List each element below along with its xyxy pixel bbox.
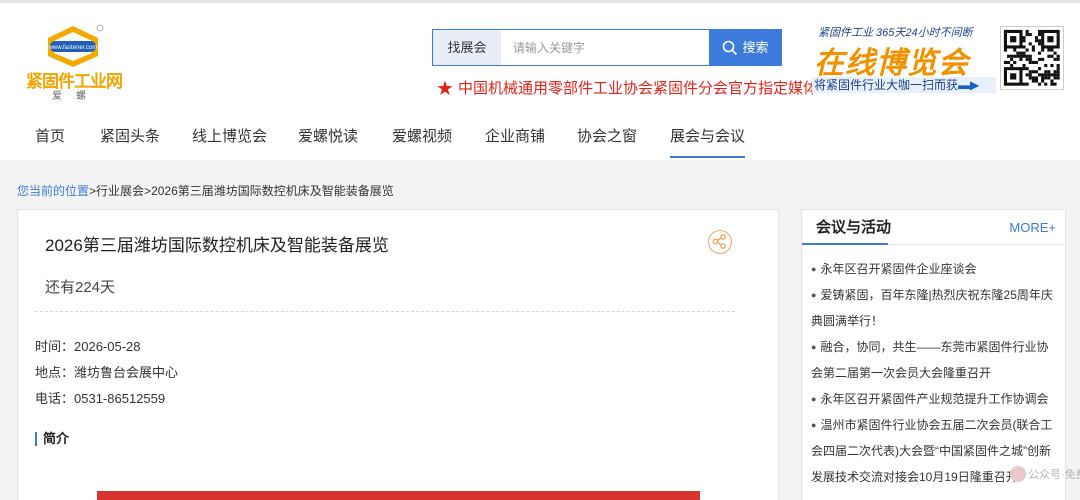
nav-item-exhibitions[interactable]: 展会与会议 [670, 118, 746, 158]
wechat-icon [1010, 466, 1026, 482]
online-expo-banner[interactable]: 紧固件工业 365天24小时不间断 在线博览会 将紧固件行业大咖一扫而获▬▶ [810, 24, 998, 96]
search-button[interactable]: 搜索 [709, 29, 782, 66]
nav-item-online-expo[interactable]: 线上博览会 [192, 118, 267, 156]
expo-cta-text: 将紧固件行业大咖一扫而获 [814, 78, 959, 92]
qr-code-icon [1000, 26, 1064, 90]
main-nav: 首页 紧固头条 线上博览会 爱螺悦读 爱螺视频 企业商铺 协会之窗 展会与会议 [0, 118, 1080, 158]
watermark: 公众号·免费 [1010, 466, 1080, 482]
top-divider [0, 0, 1080, 3]
event-location: 地点：潍坊鲁台会展中心 [35, 365, 179, 380]
slogan-text: 中国机械通用零部件工业协会紧固件分会官方指定媒体 [457, 80, 818, 97]
share-button[interactable] [708, 230, 732, 254]
breadcrumb-sep: > [144, 184, 152, 198]
slogan: ★ 中国机械通用零部件工业协会紧固件分会官方指定媒体 [436, 76, 818, 101]
sidebar-header: 会议与活动 MORE+ [802, 210, 1065, 245]
breadcrumb-sep: > [89, 184, 97, 198]
search-icon [723, 40, 738, 56]
list-item[interactable]: 融合，协同，共生——东莞市紧固件行业协会第二届第一次会员大会隆重召开 [811, 334, 1059, 386]
arrow-right-icon: ▬▶ [958, 78, 980, 92]
search-bar: 找展会 搜索 [432, 29, 782, 66]
watermark-text: 公众号·免费 [1028, 469, 1080, 481]
breadcrumb: 您当前的位置>行业展会>2026第三届潍坊国际数控机床及智能装备展览 [17, 182, 394, 199]
divider [35, 311, 735, 312]
nav-item-reading[interactable]: 爱螺悦读 [298, 118, 358, 156]
search-button-label: 搜索 [742, 40, 769, 55]
event-title: 2026第三届潍坊国际数控机床及智能装备展览 [45, 236, 389, 255]
star-icon: ★ [436, 78, 454, 100]
list-item[interactable]: 爱铸紧固，百年东隆|热烈庆祝东隆25周年庆典圆满举行！ [811, 282, 1059, 334]
breadcrumb-link-exhibitions[interactable]: 行业展会 [96, 184, 144, 198]
nav-item-home[interactable]: 首页 [35, 118, 65, 156]
meeting-list: 永年区召开紧固件企业座谈会 爱铸紧固，百年东隆|热烈庆祝东隆25周年庆典圆满举行… [811, 256, 1059, 490]
logo-subtitle: 爱螺 [52, 91, 100, 102]
search-category-select[interactable]: 找展会 [433, 30, 501, 65]
expo-cta: 将紧固件行业大咖一扫而获▬▶ [812, 77, 996, 93]
sidebar-meetings: 会议与活动 MORE+ 永年区召开紧固件企业座谈会 爱铸紧固，百年东隆|热烈庆祝… [801, 209, 1066, 500]
breadcrumb-current: 2026第三届潍坊国际数控机床及智能装备展览 [151, 184, 394, 198]
nav-item-shops[interactable]: 企业商铺 [485, 118, 545, 156]
intro-heading: 简介 [35, 432, 69, 446]
nav-item-association[interactable]: 协会之窗 [577, 118, 637, 156]
more-link[interactable]: MORE+ [1009, 210, 1056, 245]
event-detail-card: 2026第三届潍坊国际数控机床及智能装备展览 还有224天 时间：2026-05… [17, 209, 779, 500]
search-input[interactable] [501, 30, 709, 65]
share-icon [712, 234, 726, 249]
list-item[interactable]: 永年区召开紧固件产业规范提升工作协调会 [811, 386, 1059, 412]
logo-emblem-icon: www.fastener.com [48, 24, 104, 67]
sidebar-title: 会议与活动 [802, 210, 891, 245]
nav-item-video[interactable]: 爱螺视频 [392, 118, 452, 156]
event-banner-image [97, 491, 700, 500]
event-time: 时间：2026-05-28 [35, 339, 141, 354]
breadcrumb-here: 您当前的位置 [17, 184, 90, 198]
nav-item-headlines[interactable]: 紧固头条 [100, 118, 160, 156]
list-item[interactable]: 永年区召开紧固件企业座谈会 [811, 256, 1059, 282]
expo-title: 在线博览会 [814, 47, 969, 80]
logo-url-text: www.fastener.com [48, 45, 98, 51]
event-countdown: 还有224天 [45, 279, 116, 296]
site-header: www.fastener.com 紧固件工业网 爱螺 找展会 搜索 ★中国机械通… [0, 0, 1080, 160]
event-phone: 电话：0531-86512559 [35, 391, 166, 406]
site-logo[interactable]: www.fastener.com 紧固件工业网 爱螺 [26, 18, 126, 102]
